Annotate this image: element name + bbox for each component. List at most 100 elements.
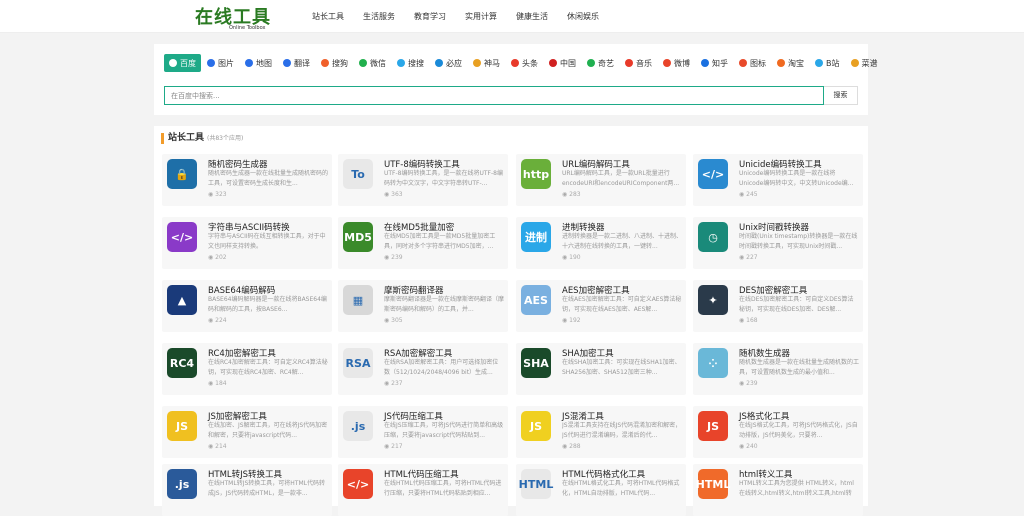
tool-icon: ⁘	[698, 348, 728, 378]
views-count: 227	[746, 254, 758, 261]
tool-card[interactable]: http URL编码解码工具 URL编码解码工具，是一款URL批量进行encodeU…	[516, 154, 686, 206]
engine-tab[interactable]: 奇艺	[582, 54, 619, 72]
tool-icon: </>	[167, 222, 197, 252]
tool-card[interactable]: 🔒 随机密码生成器 随机密码生成器一款在线批量生成随机密码的工具，可设置密码生成长度…	[162, 154, 332, 206]
tool-views: ◉ 227	[739, 254, 758, 261]
site-logo[interactable]: 在线工具 Online Toolbox	[195, 3, 271, 31]
tool-card[interactable]: MD5 在线MD5批量加密 在线MD5加密工具是一款MD5批量加密工具，同时对多个字…	[338, 217, 508, 269]
tool-icon: RSA	[343, 348, 373, 378]
engine-icon	[663, 59, 671, 67]
engine-tab[interactable]: 淘宝	[772, 54, 809, 72]
tool-views: ◉ 239	[739, 380, 758, 387]
engine-tab[interactable]: 百度	[164, 54, 201, 72]
tool-icon: http	[521, 159, 551, 189]
engine-tab[interactable]: 搜狗	[316, 54, 353, 72]
tool-icon: 🔒	[167, 159, 197, 189]
engine-tab[interactable]: B站	[810, 54, 845, 72]
views-count: 190	[569, 254, 581, 261]
tool-description: 在线JS压缩工具，可将JS代码进行简单和高级压缩，只要将javascript代码…	[384, 422, 504, 439]
tool-description: 在线RSA加密解密工具：用户可选择加密位数（512/1024/2048/4096…	[384, 359, 499, 376]
tool-description: 在线AES加密解密工具：可自定义AES算法秘钥，可实现在线AES加密、AES解.…	[562, 296, 682, 313]
engine-label: 音乐	[636, 58, 652, 68]
tool-card[interactable]: RC4 RC4加密解密工具 在线RC4加密解密工具：可自定义RC4算法秘钥，可实现在…	[162, 343, 332, 395]
tool-icon: JS	[521, 411, 551, 441]
tool-card[interactable]: </> 字符串与ASCII码转换 字符串与ASCII码在线互相转换工具，对于中文也同…	[162, 217, 332, 269]
tool-description: 随机数生成器是一款在线批量生成随机数的工具，可设置随机数生成的最小值和...	[739, 359, 859, 376]
tool-card[interactable]: HTML html转义工具 HTML转义工具为您提供 HTML转义，html在线转义…	[693, 464, 863, 516]
search-engine-tabs: 百度 图片 地图 翻译 搜狗 微信 搜搜 必应 神马 头条 中国 奇艺 音乐 微博 知乎 图标 淘宝 B站 菜谱	[164, 54, 883, 72]
tool-icon: MD5	[343, 222, 373, 252]
tool-card[interactable]: JS JS加密解密工具 在线加密、JS解密工具，可在线将JS代码加密和解密，只要将j…	[162, 406, 332, 458]
engine-tab[interactable]: 必应	[430, 54, 467, 72]
tool-icon: ▦	[343, 285, 373, 315]
views-count: 192	[569, 317, 581, 324]
engine-icon	[739, 59, 747, 67]
nav-item-health[interactable]: 健康生活	[516, 11, 548, 22]
tool-card[interactable]: ▦ 摩斯密码翻译器 摩斯密码翻译器是一款在线摩斯密码翻译（摩斯密码编码和解码）的工具…	[338, 280, 508, 332]
engine-label: 百度	[180, 58, 196, 68]
tool-description: 随机密码生成器一款在线批量生成随机密码的工具，可设置密码生成长度和生...	[208, 170, 328, 187]
engine-label: 微信	[370, 58, 386, 68]
views-count: 214	[215, 443, 227, 450]
tool-icon: </>	[343, 469, 373, 499]
tool-icon: .js	[167, 469, 197, 499]
tool-card[interactable]: .js JS代码压缩工具 在线JS压缩工具，可将JS代码进行简单和高级压缩，只要将j…	[338, 406, 508, 458]
nav-item-life[interactable]: 生活服务	[363, 11, 395, 22]
tool-card[interactable]: To UTF-8编码转换工具 UTF-8编码转换工具，是一款在线将UTF-8编码转为…	[338, 154, 508, 206]
tool-card[interactable]: HTML HTML代码格式化工具 在线HTML格式化工具，可将HTML代码格式化，H…	[516, 464, 686, 516]
nav-item-education[interactable]: 教育学习	[414, 11, 446, 22]
tool-views: ◉ 323	[208, 191, 227, 198]
tool-card[interactable]: RSA RSA加密解密工具 在线RSA加密解密工具：用户可选择加密位数（512/10…	[338, 343, 508, 395]
engine-tab[interactable]: 知乎	[696, 54, 733, 72]
views-count: 168	[746, 317, 758, 324]
tool-card[interactable]: ⁘ 随机数生成器 随机数生成器是一款在线批量生成随机数的工具，可设置随机数生成的最小…	[693, 343, 863, 395]
main-nav: 站长工具 生活服务 教育学习 实用计算 健康生活 休闲娱乐	[312, 11, 599, 22]
engine-tab[interactable]: 图标	[734, 54, 771, 72]
engine-icon	[245, 59, 253, 67]
tool-description: 在线HTML格式化工具，可将HTML代码格式化，HTML自动排版，HTML代码.…	[562, 480, 680, 497]
engine-tab[interactable]: 神马	[468, 54, 505, 72]
engine-tab[interactable]: 图片	[202, 54, 239, 72]
nav-item-webmaster[interactable]: 站长工具	[312, 11, 344, 22]
engine-label: 微博	[674, 58, 690, 68]
engine-tab[interactable]: 搜搜	[392, 54, 429, 72]
views-count: 237	[391, 380, 403, 387]
tool-card[interactable]: ✦ DES加密解密工具 在线DES加密解密工具：可自定义DES算法秘钥，可实现在线D…	[693, 280, 863, 332]
nav-item-fun[interactable]: 休闲娱乐	[567, 11, 599, 22]
engine-tab[interactable]: 中国	[544, 54, 581, 72]
engine-tab[interactable]: 微信	[354, 54, 391, 72]
engine-tab[interactable]: 地图	[240, 54, 277, 72]
search-input[interactable]: 在百度中搜索...	[164, 86, 824, 105]
search-button[interactable]: 搜索	[824, 86, 858, 105]
engine-tab[interactable]: 翻译	[278, 54, 315, 72]
tool-card[interactable]: ▲ BASE64编码解码 BASE64编码解码器是一款在线将BASE64编码和解码的…	[162, 280, 332, 332]
tool-card[interactable]: SHA SHA加密工具 在线SHA加密工具：可实现在线SHA1加密、SHA256加密…	[516, 343, 686, 395]
tool-views: ◉ 184	[208, 380, 227, 387]
tool-views: ◉ 363	[384, 191, 403, 198]
tool-card[interactable]: JS JS混淆工具 JS混淆工具支持在线JS代码混淆加密和解密，JS代码进行混淆编码…	[516, 406, 686, 458]
tool-icon: ✦	[698, 285, 728, 315]
engine-tab[interactable]: 微博	[658, 54, 695, 72]
tool-card[interactable]: AES AES加密解密工具 在线AES加密解密工具：可自定义AES算法秘钥，可实现在…	[516, 280, 686, 332]
tool-card[interactable]: 进制 进制转换器 进制转换器是一款二进制、八进制、十进制、十六进制在线转换的工具，一…	[516, 217, 686, 269]
tool-card[interactable]: </> Unicide编码转换工具 Unicode编码转换工具是一款在线将Unico…	[693, 154, 863, 206]
tool-card[interactable]: ◷ Unix时间戳转换器 时间戳(Unix timestamp)转换器是一款在线时间…	[693, 217, 863, 269]
views-count: 184	[215, 380, 227, 387]
tool-views: ◉ 245	[739, 191, 758, 198]
engine-label: 搜狗	[332, 58, 348, 68]
tool-description: URL编码解码工具，是一款URL批量进行encodeURI和encodeURIC…	[562, 170, 680, 187]
tool-card[interactable]: JS JS格式化工具 在线JS格式化工具，可将JS代码格式化，JS自动排版，JS代码…	[693, 406, 863, 458]
tool-description: 在线加密、JS解密工具，可在线将JS代码加密和解密，只要将javascript代…	[208, 422, 328, 439]
tool-card[interactable]: .js HTML转JS转换工具 在线HTML转JS转换工具，可将HTML代码转成JS…	[162, 464, 332, 516]
tool-views: ◉ 237	[384, 380, 403, 387]
tool-icon: 进制	[521, 222, 551, 252]
engine-icon	[777, 59, 785, 67]
engine-icon	[435, 59, 443, 67]
engine-tab[interactable]: 菜谱	[846, 54, 883, 72]
tool-card[interactable]: </> HTML代码压缩工具 在线HTML代码压缩工具，可将HTML代码进行压缩，只…	[338, 464, 508, 516]
tool-icon: RC4	[167, 348, 197, 378]
nav-item-calc[interactable]: 实用计算	[465, 11, 497, 22]
engine-tab[interactable]: 头条	[506, 54, 543, 72]
engine-tab[interactable]: 音乐	[620, 54, 657, 72]
engine-label: 知乎	[712, 58, 728, 68]
